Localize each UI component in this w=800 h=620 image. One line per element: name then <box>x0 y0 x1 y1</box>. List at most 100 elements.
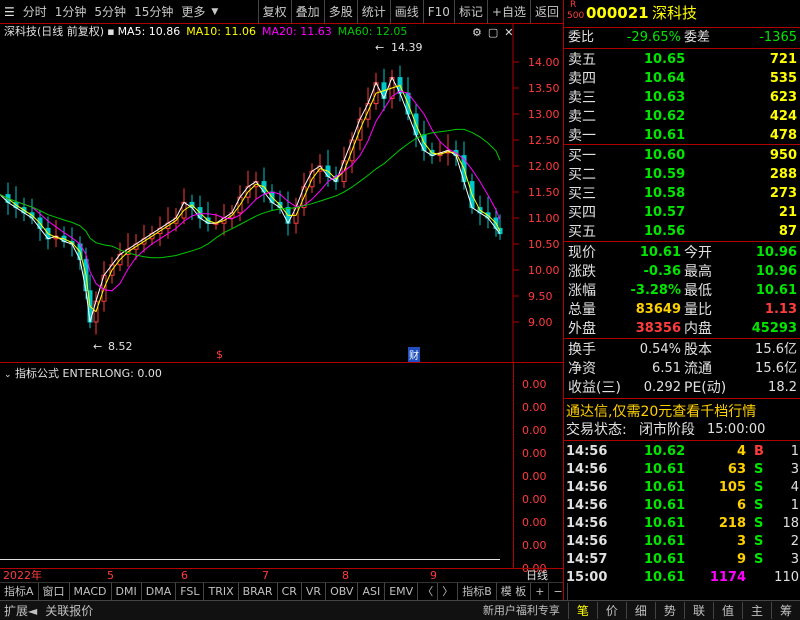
weibi-label: 委比 <box>568 30 595 45</box>
toolbar-fenshi[interactable]: 分时 <box>19 0 51 24</box>
indicator-header: ⌄ 指标公式 ENTERLONG: 0.00 <box>4 365 162 381</box>
tab-zhi[interactable]: 值 <box>712 602 742 619</box>
toolbar-duogu[interactable]: 多股 <box>323 0 357 24</box>
toolbar-15min[interactable]: 15分钟 <box>130 0 177 24</box>
tick-volume: 6 <box>736 498 746 513</box>
tab-indicator-a[interactable]: 指标A <box>0 582 39 601</box>
bottom-bar: 扩展◄ 关联报价 新用户福利专享 笔 价 细 势 联 值 主 筹 <box>0 600 800 620</box>
toolbar-more[interactable]: 更多 <box>177 0 209 24</box>
tab-bi[interactable]: 笔 <box>567 602 597 619</box>
tab-shi[interactable]: 势 <box>654 602 684 619</box>
kline-chart[interactable]: 14.00 13.50 13.00 12.50 12.00 11.50 11.00 10.50… <box>0 24 563 362</box>
price-axis-label: 9.50 <box>528 290 553 303</box>
tab-fsl[interactable]: FSL <box>176 582 205 601</box>
stock-name: 深科技 <box>652 4 698 22</box>
toolbar-menu-icon[interactable]: ☰ <box>0 0 19 24</box>
toolbar-fanhui[interactable]: 返回 <box>529 0 563 24</box>
stat-label: 内盘 <box>684 321 712 337</box>
stat-label: 现价 <box>568 245 596 261</box>
tab-dma[interactable]: DMA <box>142 582 177 601</box>
fund-value: 18.2 <box>768 380 797 395</box>
financial-report-marker[interactable]: 财 <box>408 347 420 362</box>
chart-restore-icon[interactable]: ▢ <box>488 26 498 39</box>
toolbar-1min[interactable]: 1分钟 <box>51 0 91 24</box>
tab-cr[interactable]: CR <box>278 582 302 601</box>
price-axis-label: 13.50 <box>528 82 560 95</box>
tab-window[interactable]: 窗口 <box>39 582 70 601</box>
tab-trix[interactable]: TRIX <box>204 582 239 601</box>
bid-label: 买五 <box>568 224 596 240</box>
stat-value: 1.13 <box>764 302 797 317</box>
toolbar-huaxian[interactable]: 画线 <box>389 0 423 24</box>
sep-fund <box>564 398 800 399</box>
fund-label: 股本 <box>684 342 712 358</box>
toolbar-diejia[interactable]: 叠加 <box>290 0 324 24</box>
tab-brar[interactable]: BRAR <box>239 582 278 601</box>
top-toolbar: ☰ 分时 1分钟 5分钟 15分钟 更多 ▼ 复权 叠加 多股 统计 画线 F1… <box>0 0 563 24</box>
kline-chart-svg[interactable]: 14.00 13.50 13.00 12.50 12.00 11.50 11.00 10.50… <box>0 24 563 362</box>
date-axis-month-7: 7 <box>262 569 269 582</box>
toolbar-tongji[interactable]: 统计 <box>356 0 390 24</box>
dividend-marker[interactable]: $ <box>216 348 223 361</box>
tab-obv[interactable]: OBV <box>326 582 359 601</box>
toolbar-5min[interactable]: 5分钟 <box>90 0 130 24</box>
price-axis-label: 10.00 <box>528 264 560 277</box>
tab-asi[interactable]: ASI <box>358 582 386 601</box>
tick-side: S <box>754 516 764 531</box>
toolbar-more-chevron-icon[interactable]: ▼ <box>209 0 220 24</box>
chart-close-icon[interactable]: ✕ <box>504 26 513 39</box>
ask-row: 卖三 10.63 623 <box>564 89 800 107</box>
tab-xi[interactable]: 细 <box>625 602 655 619</box>
tab-vr[interactable]: VR <box>302 582 327 601</box>
tab-indicator-b[interactable]: 指标B <box>458 582 497 601</box>
tick-time: 14:56 <box>566 516 608 531</box>
tab-prev-icon[interactable]: 〈 <box>418 582 439 601</box>
toolbar-biaoji[interactable]: 标记 <box>453 0 487 24</box>
tick-volume: 4 <box>736 444 746 459</box>
indicator-dropdown-icon[interactable]: ⌄ <box>4 370 12 380</box>
related-quotes-button[interactable]: 关联报价 <box>41 602 97 619</box>
tab-emv[interactable]: EMV <box>385 582 419 601</box>
new-user-promo[interactable]: 新用户福利专享 <box>475 602 568 619</box>
ma5-label: MA5: 10.86 <box>117 25 181 38</box>
tab-jia[interactable]: 价 <box>596 602 626 619</box>
promo-banner[interactable]: 通达信,仅需20元查看千档行情 <box>564 400 800 420</box>
tab-lian[interactable]: 联 <box>683 602 713 619</box>
price-axis-label: 12.00 <box>528 160 560 173</box>
tab-dmi[interactable]: DMI <box>112 582 142 601</box>
sep-weibi <box>564 48 800 49</box>
tick-count: 110 <box>774 570 799 585</box>
tab-zhu[interactable]: 主 <box>741 602 771 619</box>
tab-template[interactable]: 模 板 <box>497 582 532 601</box>
tick-time: 14:56 <box>566 462 608 477</box>
chart-settings-icon[interactable]: ▪ <box>104 24 117 40</box>
sep-status <box>564 440 800 441</box>
tab-chou[interactable]: 筹 <box>770 602 800 619</box>
ask-row: 卖五 10.65 721 <box>564 51 800 69</box>
tick-row: 14:56 10.61 6 S 1 <box>564 497 800 515</box>
tab-next-icon[interactable]: 〉 <box>438 582 459 601</box>
price-axis-label: 10.50 <box>528 238 560 251</box>
chart-settings-gear-icon[interactable]: ⚙ <box>472 26 482 39</box>
stat-label: 量比 <box>684 302 712 318</box>
toolbar-fuquan[interactable]: 复权 <box>257 0 291 24</box>
tick-price: 10.61 <box>644 534 686 549</box>
ask-volume: 721 <box>769 52 797 67</box>
stat-value: 10.61 <box>755 283 797 298</box>
indicator-panel[interactable]: ⌄ 指标公式 ENTERLONG: 0.00 0.00 0.00 0.00 0.00 0… <box>0 362 563 575</box>
period-selector[interactable]: 日线 <box>526 569 548 582</box>
fund-label: 流通 <box>684 361 712 377</box>
tab-macd[interactable]: MACD <box>70 582 112 601</box>
trade-status-label: 交易状态: <box>566 422 627 438</box>
expand-button[interactable]: 扩展◄ <box>0 602 41 619</box>
chart-window-controls: ⚙ ▢ ✕ <box>472 26 514 39</box>
tick-price: 10.61 <box>644 498 686 513</box>
toolbar-f10[interactable]: F10 <box>422 0 454 24</box>
ask-label: 卖四 <box>568 71 596 87</box>
toolbar-zixuan[interactable]: +自选 <box>486 0 530 24</box>
bid-volume: 273 <box>769 186 797 201</box>
tab-add-icon[interactable]: + <box>531 582 550 601</box>
fund-value: 15.6亿 <box>755 342 797 357</box>
promo-text[interactable]: 通达信,仅需20元查看千档行情 <box>566 401 756 421</box>
stat-label: 今开 <box>684 245 712 261</box>
